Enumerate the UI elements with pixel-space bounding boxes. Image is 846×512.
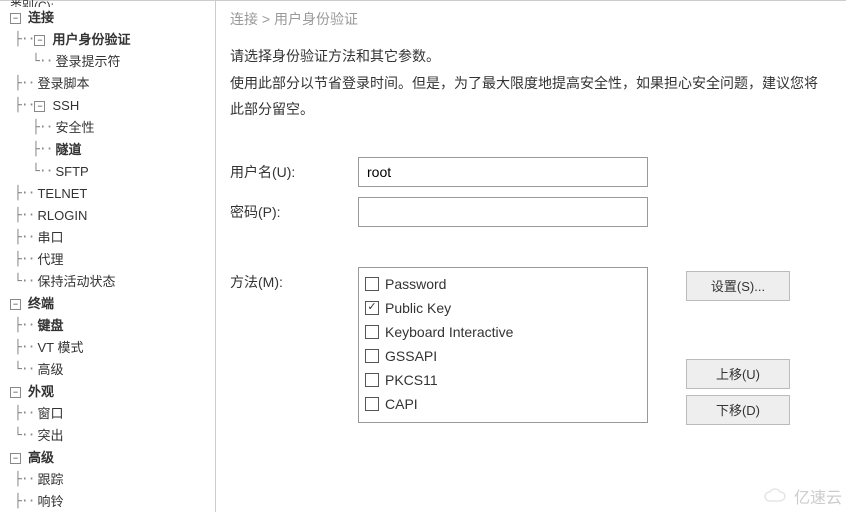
method-item-capi[interactable]: CAPI (365, 392, 641, 416)
settings-button[interactable]: 设置(S)... (686, 271, 790, 301)
checkbox-icon[interactable] (365, 277, 379, 291)
collapse-icon[interactable]: − (10, 13, 21, 24)
tree-node-ssh[interactable]: ├·· − SSH (8, 95, 215, 117)
tree-node-security[interactable]: ├·· 安全性 (8, 117, 215, 139)
collapse-icon[interactable]: − (10, 299, 21, 310)
main-panel: 连接 > 用户身份验证 请选择身份验证方法和其它参数。 使用此部分以节省登录时间… (216, 1, 846, 512)
method-item-keyboard-interactive[interactable]: Keyboard Interactive (365, 320, 641, 344)
password-label: 密码(P): (230, 197, 358, 222)
tree-node-bell[interactable]: ├·· 响铃 (8, 491, 215, 512)
checkbox-icon[interactable] (365, 349, 379, 363)
collapse-icon[interactable]: − (10, 453, 21, 464)
method-item-pkcs11[interactable]: PKCS11 (365, 368, 641, 392)
dialog-category-label: 类别(C): (10, 0, 54, 7)
username-label: 用户名(U): (230, 157, 358, 182)
checkbox-icon[interactable] (365, 397, 379, 411)
collapse-icon[interactable]: − (34, 35, 45, 46)
watermark: 亿速云 (762, 484, 842, 508)
tree-node-tunnel[interactable]: ├·· 隧道 (8, 139, 215, 161)
method-listbox[interactable]: Password ✓ Public Key Keyboard Interacti… (358, 267, 648, 423)
username-input[interactable] (358, 157, 648, 187)
tree-node-login-script[interactable]: ├·· 登录脚本 (8, 73, 215, 95)
checkbox-icon[interactable]: ✓ (365, 301, 379, 315)
category-tree: − 连接 ├·· − 用户身份验证 └·· 登录提示符 ├·· 登录脚本 (0, 1, 216, 512)
method-label: 方法(M): (230, 267, 358, 292)
password-input[interactable] (358, 197, 648, 227)
move-up-button[interactable]: 上移(U) (686, 359, 790, 389)
breadcrumb: 连接 > 用户身份验证 (230, 9, 828, 29)
collapse-icon[interactable]: − (34, 101, 45, 112)
cloud-icon (762, 487, 790, 505)
method-item-gssapi[interactable]: GSSAPI (365, 344, 641, 368)
move-down-button[interactable]: 下移(D) (686, 395, 790, 425)
collapse-icon[interactable]: − (10, 387, 21, 398)
description-text: 请选择身份验证方法和其它参数。 使用此部分以节省登录时间。但是，为了最大限度地提… (230, 43, 828, 123)
checkbox-icon[interactable] (365, 373, 379, 387)
checkbox-icon[interactable] (365, 325, 379, 339)
dialog-body: − 连接 ├·· − 用户身份验证 └·· 登录提示符 ├·· 登录脚本 (0, 0, 846, 512)
method-item-password[interactable]: Password (365, 272, 641, 296)
method-item-publickey[interactable]: ✓ Public Key (365, 296, 641, 320)
